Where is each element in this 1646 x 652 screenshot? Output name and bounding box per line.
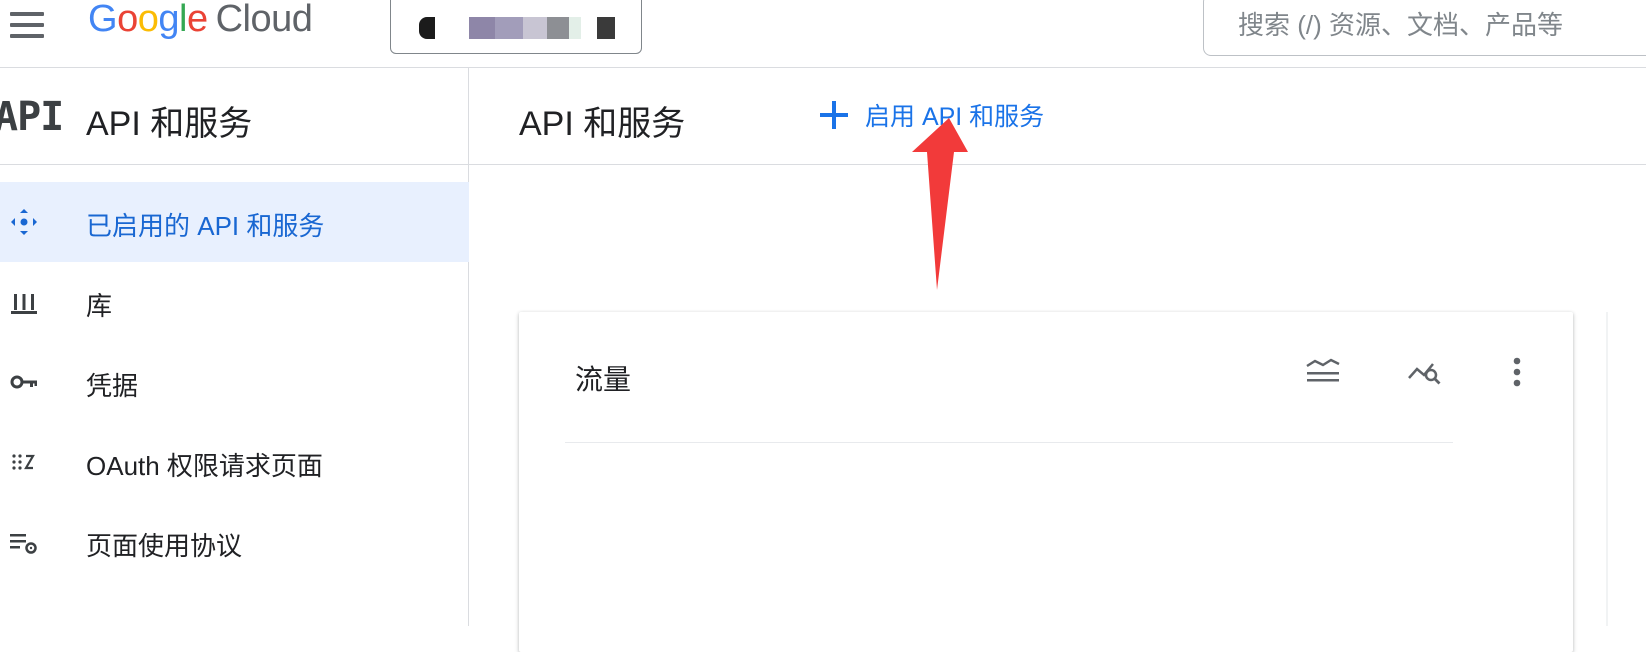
sidebar: API API 和服务 已启用的 API 和服务 库 凭据 OAuth 权限请求… xyxy=(0,68,469,626)
sidebar-item-library[interactable]: 库 xyxy=(0,262,469,342)
enable-apis-button[interactable]: 启用 API 和服务 xyxy=(817,90,1054,140)
card-divider xyxy=(565,442,1453,443)
hub-icon xyxy=(11,209,37,235)
consent-icon xyxy=(12,454,35,470)
sidebar-item-oauth-consent[interactable]: OAuth 权限请求页面 xyxy=(0,422,469,502)
more-vert-icon[interactable] xyxy=(1497,352,1537,392)
project-picker[interactable] xyxy=(390,0,642,54)
traffic-card: 流量 xyxy=(519,312,1573,652)
legend-icon[interactable] xyxy=(1303,352,1343,392)
sidebar-title: API 和服务 xyxy=(86,105,253,143)
settings-list-icon xyxy=(10,534,37,554)
explore-chart-icon[interactable] xyxy=(1405,352,1445,392)
sidebar-item-label: 凭据 xyxy=(86,371,139,401)
sidebar-item-label: 已启用的 API 和服务 xyxy=(86,211,325,241)
library-icon xyxy=(11,294,37,314)
key-icon xyxy=(10,375,37,389)
google-cloud-logo[interactable]: Google Cloud xyxy=(88,0,313,41)
search-input[interactable] xyxy=(1203,0,1646,56)
main-menu-icon[interactable] xyxy=(8,6,46,44)
sidebar-item-page-usage-agreements[interactable]: 页面使用协议 xyxy=(0,502,469,582)
enable-apis-button-label: 启用 API 和服务 xyxy=(865,103,1045,131)
sidebar-item-label: OAuth 权限请求页面 xyxy=(86,451,323,481)
adjacent-card-edge xyxy=(1606,312,1608,626)
redacted-project-name xyxy=(419,17,435,39)
logo-google: Google xyxy=(88,0,208,40)
sidebar-header: API API 和服务 xyxy=(0,68,469,165)
main-header: API 和服务 启用 API 和服务 xyxy=(469,68,1646,165)
card-title: 流量 xyxy=(575,364,632,395)
api-icon: API xyxy=(0,94,64,140)
logo-cloud: Cloud xyxy=(215,0,313,40)
top-bar: Google Cloud xyxy=(0,0,1646,68)
page-title: API 和服务 xyxy=(519,105,686,143)
sidebar-item-label: 页面使用协议 xyxy=(86,531,243,561)
sidebar-item-label: 库 xyxy=(86,291,113,321)
plus-icon xyxy=(817,98,851,132)
sidebar-item-credentials[interactable]: 凭据 xyxy=(0,342,469,422)
sidebar-item-enabled-apis[interactable]: 已启用的 API 和服务 xyxy=(0,182,469,262)
